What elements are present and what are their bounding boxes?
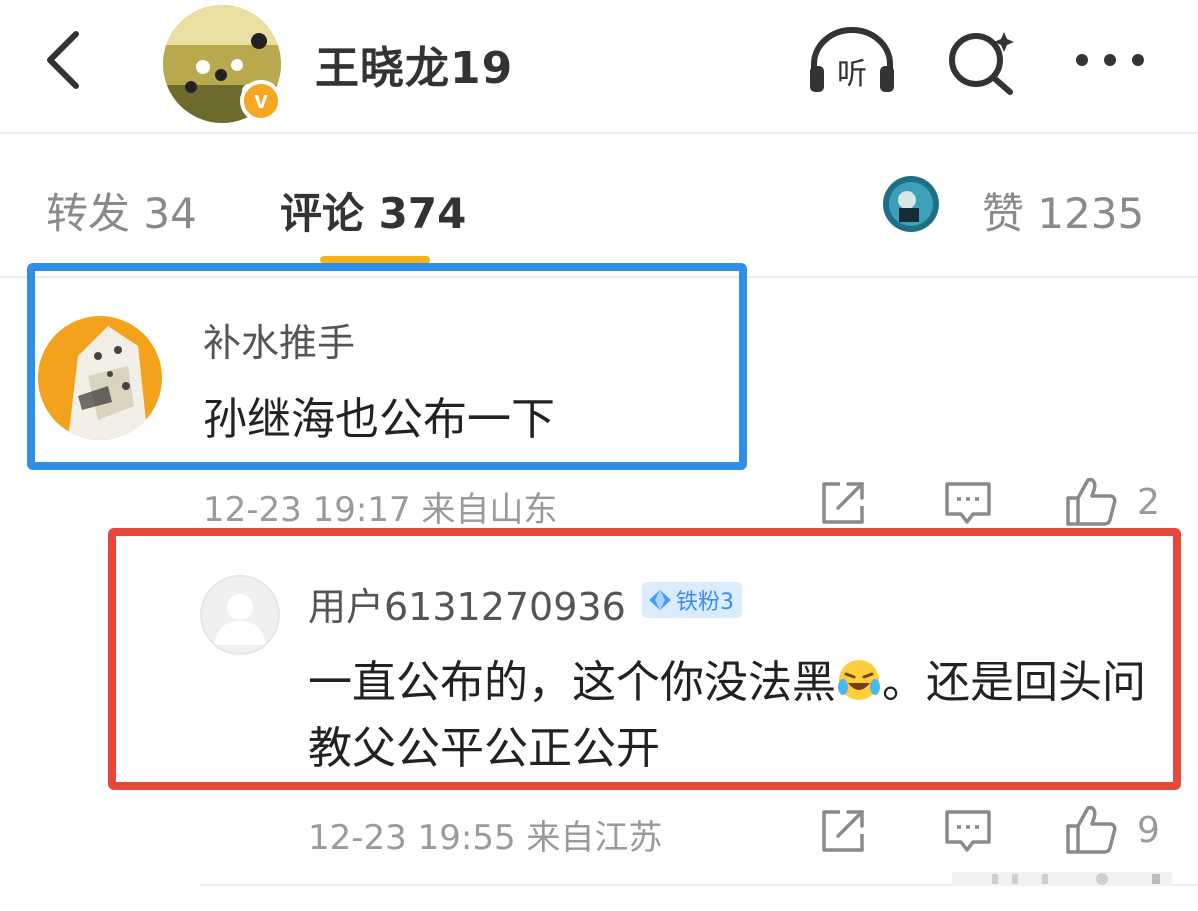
comment-username[interactable]: 补水推手 — [203, 312, 355, 367]
like-icon[interactable] — [1064, 802, 1118, 856]
search-icon[interactable] — [944, 26, 1024, 96]
liker-avatar[interactable] — [883, 176, 939, 232]
like-count: 9 — [1137, 810, 1160, 851]
comment-meta: 12-23 19:55 来自江苏 — [308, 818, 663, 858]
share-icon[interactable] — [818, 478, 868, 528]
tab-comment[interactable]: 评论 374 — [280, 180, 466, 241]
comment-meta: 12-23 19:17 来自山东 — [203, 490, 558, 530]
avatar[interactable] — [38, 316, 162, 440]
page-title: 王晓龙19 — [315, 43, 514, 94]
verified-badge-icon: v — [240, 80, 282, 122]
fan-level-badge: 铁粉3 — [642, 582, 742, 618]
back-icon[interactable] — [40, 28, 88, 92]
share-icon[interactable] — [818, 806, 868, 856]
reply-icon[interactable] — [943, 478, 993, 528]
comment-text: 孙继海也公布一下 — [203, 394, 555, 445]
diamond-icon — [649, 590, 671, 610]
listen-glyph: 听 — [837, 57, 867, 92]
tab-likes[interactable]: 赞 1235 — [982, 180, 1144, 241]
comment-text: 一直公布的，这个你没法黑 。还是回头问教父公平公正公开 — [308, 650, 1158, 782]
tab-repost[interactable]: 转发 34 — [46, 180, 197, 241]
avatar[interactable] — [200, 575, 280, 655]
badge-label: 铁粉3 — [676, 590, 734, 615]
reply-icon[interactable] — [943, 806, 993, 856]
more-icon[interactable] — [1070, 45, 1150, 75]
watermark-icon — [952, 872, 1172, 886]
comment-username[interactable]: 用户6131270936 — [308, 576, 626, 631]
comment-text-part: 一直公布的，这个你没法黑 — [308, 657, 836, 708]
listen-icon[interactable]: 听 — [806, 26, 898, 96]
like-count: 2 — [1137, 482, 1160, 523]
laughing-crying-emoji-icon — [838, 660, 880, 700]
header-divider — [0, 132, 1198, 134]
like-icon[interactable] — [1064, 474, 1118, 528]
